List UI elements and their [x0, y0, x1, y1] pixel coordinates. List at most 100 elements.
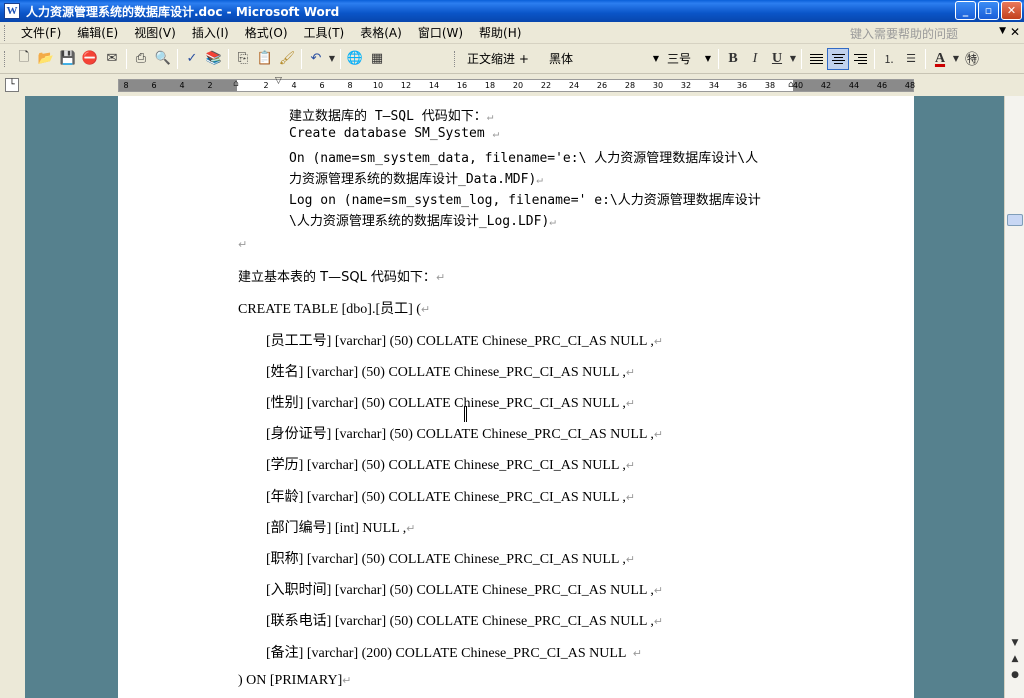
- sql-line: ) ON [PRIMARY]↵: [238, 673, 352, 688]
- horizontal-ruler[interactable]: 8 6 4 2 2 4 6 8 10 12 14 16 18 20 22 24 …: [118, 76, 915, 92]
- ruler-tick: 38: [764, 81, 776, 90]
- text-line: Log on (name=sm_system_log, filename=' e…: [289, 193, 761, 208]
- menu-format[interactable]: 格式(O): [237, 24, 296, 41]
- italic-button[interactable]: I: [744, 48, 766, 70]
- menu-table[interactable]: 表格(A): [352, 24, 410, 41]
- menu-bar: 文件(F) 编辑(E) 视图(V) 插入(I) 格式(O) 工具(T) 表格(A…: [0, 22, 1024, 44]
- ruler-tick: 12: [400, 81, 412, 90]
- toolbar-separator: [126, 48, 127, 69]
- ruler-tick: 2: [263, 81, 269, 90]
- format-painter-icon[interactable]: 🖌: [276, 48, 298, 70]
- ruler-tick: 46: [876, 81, 888, 90]
- ruler-tick: 10: [372, 81, 384, 90]
- text-cursor-icon: [464, 406, 467, 422]
- text-line: 建立数据库的 T—SQL 代码如下：↵: [289, 109, 494, 124]
- tab-selector-icon[interactable]: └: [5, 78, 19, 92]
- ruler-tick: 4: [179, 81, 185, 90]
- undo-dropdown-icon[interactable]: ▼: [327, 48, 337, 70]
- phonetic-guide-icon[interactable]: ㊕: [961, 48, 983, 70]
- ruler-tick: 22: [540, 81, 552, 90]
- menu-help[interactable]: 帮助(H): [471, 24, 529, 41]
- menu-file[interactable]: 文件(F): [13, 24, 69, 41]
- sql-line: [性别] [varchar] (50) COLLATE Chinese_PRC_…: [266, 396, 636, 411]
- underline-dropdown-icon[interactable]: ▼: [788, 48, 798, 70]
- font-value: 黑体: [549, 52, 574, 66]
- sql-line: [职称] [varchar] (50) COLLATE Chinese_PRC_…: [266, 552, 636, 567]
- menu-tools[interactable]: 工具(T): [296, 24, 353, 41]
- hyperlink-icon[interactable]: 🌐: [344, 48, 366, 70]
- align-center-icon[interactable]: [827, 47, 849, 70]
- menu-view[interactable]: 视图(V): [126, 24, 184, 41]
- save-icon[interactable]: 💾: [57, 48, 79, 70]
- text-line: Create database SM_System ↵: [289, 126, 500, 141]
- menu-insert[interactable]: 插入(I): [184, 24, 237, 41]
- chevron-down-icon[interactable]: ▼: [999, 26, 1006, 36]
- underline-button[interactable]: U: [766, 48, 788, 70]
- undo-icon[interactable]: ↶: [305, 48, 327, 70]
- font-size-select[interactable]: 三号 ▼: [663, 49, 715, 69]
- open-folder-icon[interactable]: 📂: [35, 48, 57, 70]
- print-preview-icon[interactable]: 🔍: [152, 48, 174, 70]
- sql-line: [学历] [varchar] (50) COLLATE Chinese_PRC_…: [266, 458, 636, 473]
- email-icon[interactable]: ✉: [101, 48, 123, 70]
- ruler-tick: 6: [151, 81, 157, 90]
- toolbar-grip[interactable]: [454, 50, 457, 67]
- title-bar[interactable]: W 人力资源管理系统的数据库设计.doc - Microsoft Word _ …: [0, 0, 1024, 22]
- ruler-tick: 42: [820, 81, 832, 90]
- section-heading: 建立基本表的 T—SQL 代码如下：↵: [238, 270, 446, 285]
- toolbar-grip[interactable]: [4, 50, 7, 67]
- close-document-icon[interactable]: ✕: [1010, 25, 1020, 39]
- sql-line: [联系电话] [varchar] (50) COLLATE Chinese_PR…: [266, 614, 664, 629]
- menu-window[interactable]: 窗口(W): [410, 24, 471, 41]
- ruler-tick: 24: [568, 81, 580, 90]
- numbered-list-icon[interactable]: ⒈: [878, 48, 900, 70]
- right-indent-marker[interactable]: ⌂: [788, 80, 794, 90]
- menu-edit[interactable]: 编辑(E): [69, 24, 126, 41]
- table-icon[interactable]: ▦: [366, 48, 388, 70]
- ruler-tick: 4: [291, 81, 297, 90]
- toolbar-separator: [177, 48, 178, 69]
- toolbar: 🗋 📂 💾 ⛔ ✉ ⎙ 🔍 ✓ 📚 ⎘ 📋 🖌 ↶ ▼ 🌐 ▦ 正文缩进 + 黑…: [0, 44, 1024, 74]
- font-color-dropdown-icon[interactable]: ▼: [951, 48, 961, 70]
- sql-line: [员工工号] [varchar] (50) COLLATE Chinese_PR…: [266, 334, 664, 349]
- help-search-input[interactable]: 键入需要帮助的问题: [850, 25, 1000, 41]
- ruler-tick: 8: [123, 81, 129, 90]
- chevron-down-icon: ▼: [652, 54, 659, 63]
- previous-page-icon[interactable]: ▲: [1007, 654, 1023, 668]
- ruler-row: └ 8 6 4 2 2 4 6 8 10 12 14 16 18 20 22 2…: [0, 74, 1024, 96]
- font-select[interactable]: 黑体 ▼: [545, 49, 663, 69]
- permission-icon[interactable]: ⛔: [79, 48, 101, 70]
- text-line: On (name=sm_system_data, filename='e:\ 人…: [289, 151, 759, 166]
- spelling-icon[interactable]: ✓: [181, 48, 203, 70]
- minimize-button[interactable]: _: [955, 1, 976, 20]
- scroll-down-icon[interactable]: ▼: [1007, 638, 1023, 652]
- vertical-scrollbar[interactable]: ▼ ▲ ●: [1004, 96, 1024, 698]
- first-line-indent-marker[interactable]: ⌂: [233, 79, 239, 89]
- research-icon[interactable]: 📚: [203, 48, 225, 70]
- close-button[interactable]: ✕: [1001, 1, 1022, 20]
- left-indent-marker[interactable]: ▽: [275, 76, 282, 86]
- align-right-icon[interactable]: [849, 48, 871, 70]
- print-icon[interactable]: ⎙: [130, 48, 152, 70]
- font-size-value: 三号: [667, 52, 692, 66]
- bullet-list-icon[interactable]: ☰: [900, 48, 922, 70]
- word-icon[interactable]: W: [4, 3, 20, 19]
- ruler-tick: 6: [319, 81, 325, 90]
- paste-icon[interactable]: 📋: [254, 48, 276, 70]
- text-line: 力资源管理系统的数据库设计_Data.MDF)↵: [289, 172, 543, 187]
- menu-grip[interactable]: [4, 24, 7, 41]
- restore-button[interactable]: ▫: [978, 1, 999, 20]
- sql-line: CREATE TABLE [dbo].[员工] (↵: [238, 302, 431, 317]
- bold-button[interactable]: B: [722, 48, 744, 70]
- align-justify-icon[interactable]: [805, 48, 827, 70]
- style-select[interactable]: 正文缩进 +: [463, 49, 545, 69]
- document-page[interactable]: ............................... 建立数据库的 T…: [118, 96, 914, 698]
- ruler-tick: 30: [652, 81, 664, 90]
- ruler-tick: 14: [428, 81, 440, 90]
- font-color-button[interactable]: A: [929, 48, 951, 70]
- scrollbar-thumb[interactable]: [1007, 214, 1023, 226]
- new-document-icon[interactable]: 🗋: [13, 48, 35, 70]
- toolbar-separator: [228, 48, 229, 69]
- copy-icon[interactable]: ⎘: [232, 48, 254, 70]
- browse-object-icon[interactable]: ●: [1007, 670, 1023, 684]
